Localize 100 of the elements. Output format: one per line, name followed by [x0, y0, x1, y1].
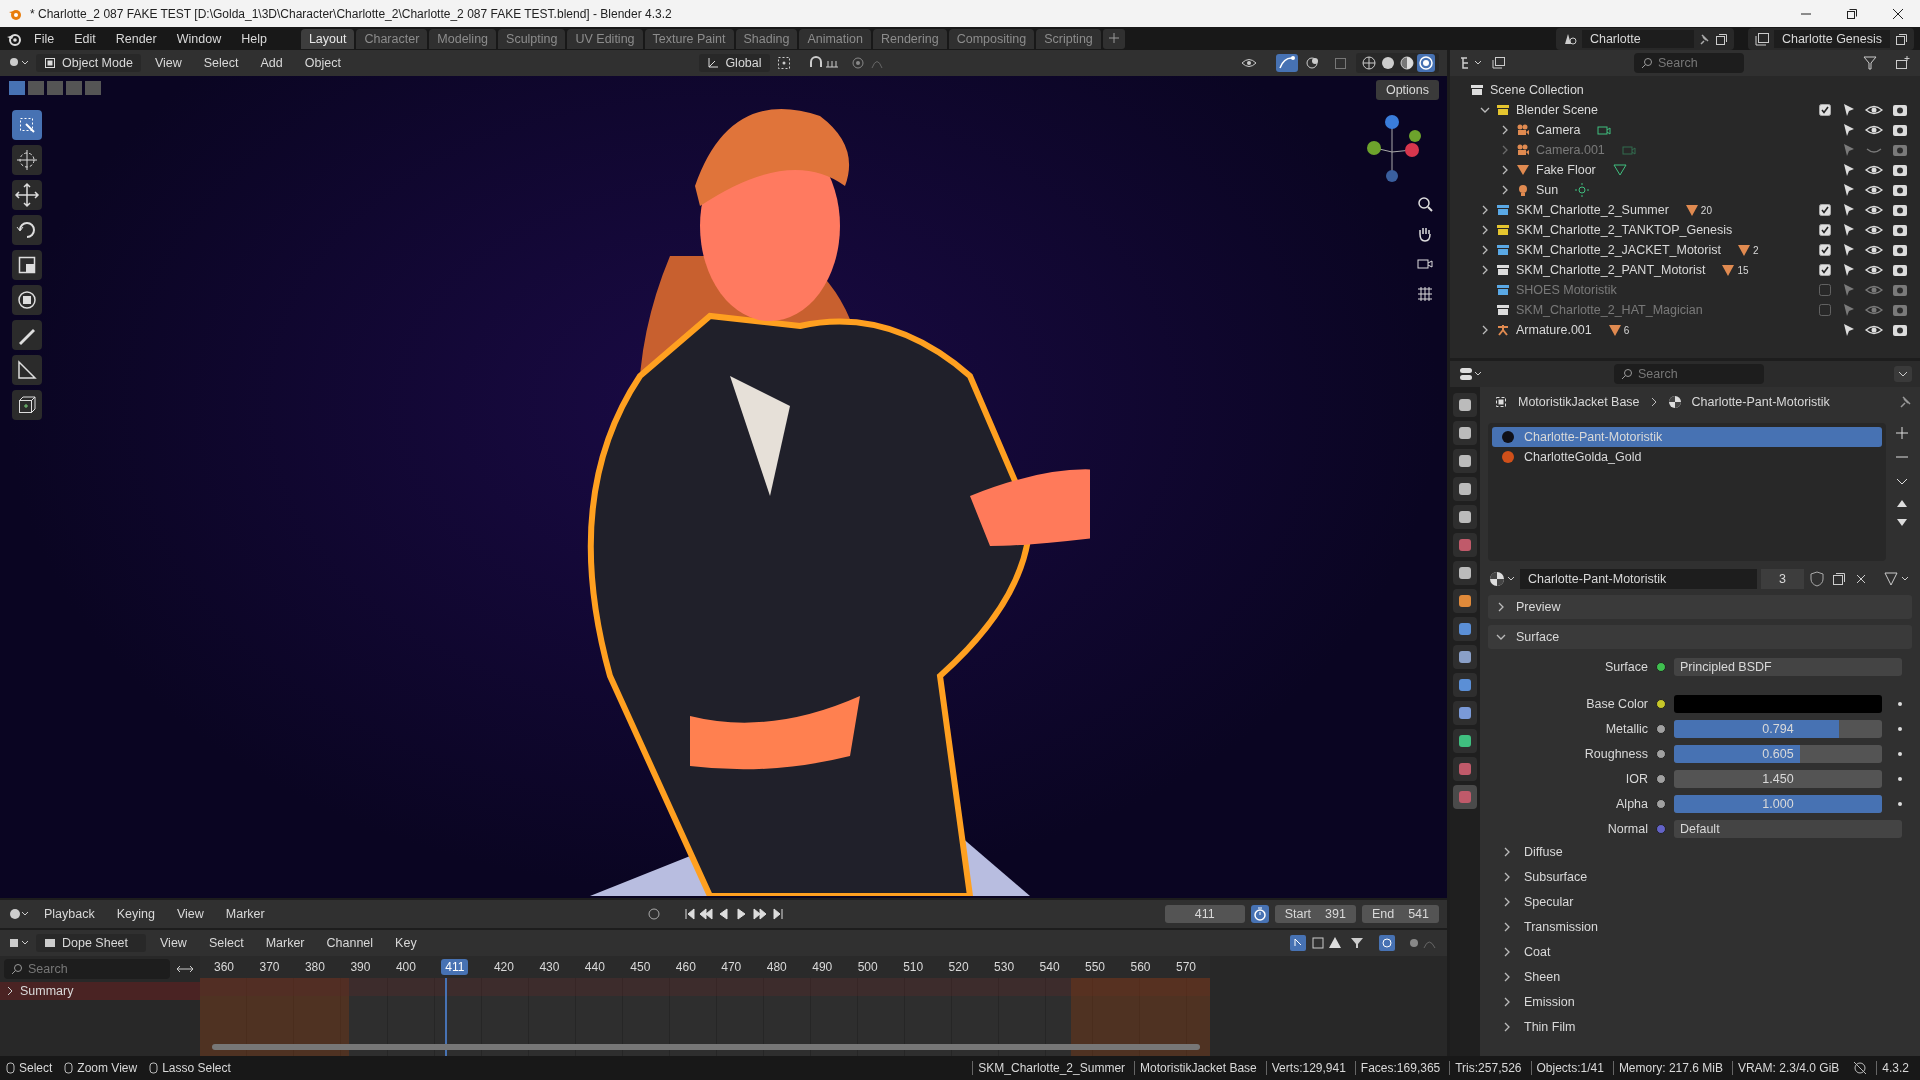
number-field[interactable]: 1.450 — [1674, 770, 1882, 788]
chevron-icon[interactable] — [1500, 165, 1510, 175]
horizontal-scrollbar[interactable] — [212, 1044, 1200, 1050]
workspace-tab[interactable]: Layout — [300, 28, 355, 49]
wireframe-shading-icon[interactable] — [1360, 54, 1378, 72]
workspace-tab[interactable]: Animation — [799, 28, 871, 49]
checkbox[interactable] — [1818, 243, 1832, 257]
chevron-icon[interactable] — [1480, 205, 1490, 215]
tree-item[interactable]: Camera — [1536, 123, 1581, 137]
duplicate-icon[interactable] — [1713, 31, 1728, 46]
solid-shading-icon[interactable] — [1379, 54, 1397, 72]
menu-dropdown[interactable]: Keying — [108, 905, 163, 923]
chevron-icon[interactable] — [1480, 265, 1490, 275]
tree-item[interactable]: SKM_Charlotte_2_Summer — [1516, 203, 1669, 217]
add-workspace-button[interactable] — [1102, 28, 1125, 49]
measure-icon[interactable] — [12, 355, 42, 385]
close-icon[interactable] — [1892, 7, 1904, 20]
toggle-icon[interactable] — [1458, 366, 1484, 382]
render-camera-icon[interactable] — [1890, 103, 1910, 117]
eye-icon[interactable] — [1864, 203, 1884, 217]
tree-item[interactable]: Scene Collection — [1490, 83, 1584, 97]
tree-item[interactable]: Sun — [1536, 183, 1559, 197]
render-camera-icon[interactable] — [1890, 243, 1910, 257]
summary-channel[interactable]: Summary — [0, 982, 200, 1000]
socket-dot[interactable] — [1656, 799, 1666, 809]
socket-dot[interactable] — [1656, 774, 1666, 784]
menu-item[interactable]: View — [168, 905, 212, 923]
subpanel-header[interactable]: Subsurface — [1488, 864, 1912, 889]
eye-icon[interactable] — [1864, 103, 1884, 117]
chevron-icon[interactable] — [1480, 225, 1490, 235]
eye-icon[interactable] — [1864, 223, 1884, 237]
workspace-tab[interactable]: Scripting — [1036, 28, 1101, 49]
menu-dropdown[interactable]: Playback — [36, 905, 103, 923]
mode-dropdown[interactable]: Object Mode — [36, 54, 141, 72]
eye-icon[interactable] — [1864, 183, 1884, 197]
panel-header[interactable]: Surface — [1488, 625, 1912, 649]
pin-icon[interactable] — [1898, 395, 1912, 409]
current-frame-marker[interactable]: 411 — [441, 959, 469, 975]
outliner-type-icon[interactable] — [1458, 55, 1484, 71]
tree-item[interactable]: SKM_Charlotte_2_PANT_Motorist — [1516, 263, 1706, 277]
value-slider[interactable]: 1.000 — [1674, 795, 1882, 813]
value-slider[interactable]: 0.794 — [1674, 720, 1882, 738]
new-collection-icon[interactable] — [1894, 55, 1912, 71]
socket-dot[interactable] — [1656, 699, 1666, 709]
socket-dot[interactable] — [1656, 824, 1666, 834]
end-frame-field[interactable]: End 541 — [1361, 905, 1439, 923]
scale-icon[interactable] — [12, 250, 42, 280]
add-cube-icon[interactable] — [12, 390, 42, 420]
workspace-tab[interactable]: UV Editing — [567, 28, 643, 49]
menu-item[interactable]: File — [26, 29, 63, 48]
keyframe-dot-icon[interactable] — [1898, 727, 1902, 731]
duplicate-icon[interactable] — [1830, 570, 1848, 588]
menu-item[interactable]: Key — [387, 934, 425, 952]
workspace-tab[interactable]: Character — [356, 28, 428, 49]
workspace-tab[interactable]: Rendering — [873, 28, 947, 49]
material-slot[interactable]: Charlotte-Pant-Motoristik — [1492, 427, 1882, 447]
menu-item[interactable]: Edit — [66, 29, 104, 48]
workspace-tab[interactable]: Modeling — [429, 28, 497, 49]
panel-header[interactable]: Preview — [1488, 595, 1912, 619]
tree-item[interactable]: Blender Scene — [1516, 103, 1598, 117]
subpanel-header[interactable]: Diffuse — [1488, 839, 1912, 864]
keyframe-dot-icon[interactable] — [1898, 702, 1902, 706]
shield-icon[interactable] — [1808, 570, 1826, 588]
user-count[interactable]: 3 — [1761, 569, 1804, 589]
menu-item[interactable]: Marker — [217, 905, 273, 923]
menu-item[interactable]: Channel — [318, 934, 382, 952]
keyframe-dot-icon[interactable] — [1898, 777, 1902, 781]
search-field[interactable]: Search — [1614, 364, 1764, 384]
rotate-icon[interactable] — [12, 215, 42, 245]
subpanel-header[interactable]: Specular — [1488, 889, 1912, 914]
keyframe-dot-icon[interactable] — [1898, 802, 1902, 806]
current-frame-field[interactable]: 411 — [1164, 905, 1245, 923]
chevron-icon[interactable] — [1500, 185, 1510, 195]
render-camera-icon[interactable] — [1890, 263, 1910, 277]
zoom-icon[interactable] — [1415, 194, 1435, 214]
orientation-dropdown[interactable]: Global — [699, 54, 770, 72]
material-slot[interactable]: CharlotteGolda_Gold — [1492, 447, 1882, 467]
tree-item[interactable]: Armature.001 — [1516, 323, 1592, 337]
chevron-icon[interactable] — [1480, 325, 1490, 335]
mode-dropdown[interactable]: Dope Sheet — [36, 934, 146, 952]
chevron-icon[interactable] — [1500, 125, 1510, 135]
options-dropdown[interactable]: Options — [1375, 80, 1439, 100]
menu-item[interactable]: Select — [195, 54, 247, 72]
eye-icon[interactable] — [1864, 323, 1884, 337]
search-field[interactable]: Search — [1634, 53, 1744, 73]
select-box-icon[interactable] — [12, 110, 42, 140]
menu-item[interactable]: Marker — [257, 934, 313, 952]
render-camera-icon[interactable] — [1890, 123, 1910, 137]
editor-type-icon[interactable] — [8, 936, 30, 950]
start-frame-field[interactable]: Start 391 — [1274, 905, 1356, 923]
eye-icon[interactable] — [1864, 123, 1884, 137]
subpanel-header[interactable]: Transmission — [1488, 914, 1912, 939]
workspace-tab[interactable]: Shading — [735, 28, 798, 49]
move-icon[interactable] — [12, 180, 42, 210]
material-sphere-icon[interactable] — [1488, 570, 1516, 588]
socket-dot[interactable] — [1656, 724, 1666, 734]
subpanel-header[interactable]: Sheen — [1488, 964, 1912, 989]
image-stack-icon[interactable] — [1753, 31, 1770, 46]
socket-dot[interactable] — [1656, 662, 1666, 672]
subpanel-header[interactable]: Emission — [1488, 989, 1912, 1014]
